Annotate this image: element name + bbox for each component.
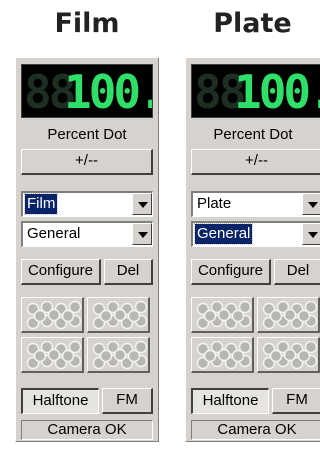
dot-pattern-button[interactable]	[21, 337, 84, 373]
chevron-down-icon[interactable]	[132, 223, 152, 245]
dot-pattern-icon	[92, 341, 148, 370]
fm-toggle[interactable]: FM	[102, 388, 153, 414]
configure-button[interactable]: Configure	[191, 259, 271, 285]
fm-toggle[interactable]: FM	[272, 388, 320, 414]
dot-pattern-button[interactable]	[87, 297, 150, 333]
media-select[interactable]: Film	[21, 191, 153, 217]
chevron-down-icon[interactable]	[302, 223, 320, 245]
media-select-value: Plate	[197, 195, 232, 212]
dot-pattern-icon	[92, 301, 148, 330]
dot-pattern-button[interactable]	[191, 337, 254, 373]
dot-pattern-icon	[262, 341, 318, 370]
display-value: 100.0	[64, 65, 152, 118]
dot-pattern-button[interactable]	[191, 297, 254, 333]
mode-label: Percent Dot	[213, 126, 293, 143]
plate-heading: Plate	[213, 8, 292, 39]
dot-pattern-button[interactable]	[257, 297, 320, 333]
profile-select[interactable]: General	[191, 221, 320, 247]
profile-select-value: General	[27, 225, 81, 242]
dot-pattern-icon	[262, 301, 318, 330]
percent-display: 88 100.0	[21, 64, 153, 118]
media-select-value: Film	[23, 193, 59, 215]
halftone-toggle[interactable]: Halftone	[21, 388, 99, 414]
dot-pattern-icon	[196, 301, 252, 330]
profile-select-value: General	[193, 223, 254, 245]
film-heading: Film	[54, 8, 120, 39]
dot-pattern-grid	[191, 297, 320, 375]
plate-panel: 88 100.0 Percent Dot +/-- Plate General …	[185, 57, 320, 442]
halftone-toggle[interactable]: Halftone	[191, 388, 269, 414]
dot-pattern-grid	[21, 297, 153, 375]
chevron-down-icon[interactable]	[302, 193, 320, 215]
mode-label: Percent Dot	[47, 126, 127, 143]
film-panel: 88 100.0 Percent Dot +/-- Film General C…	[15, 57, 159, 442]
dot-pattern-button[interactable]	[257, 337, 320, 373]
status-field: Camera OK	[191, 420, 320, 440]
media-select[interactable]: Plate	[191, 191, 320, 217]
delete-button[interactable]: Del	[274, 259, 320, 285]
dot-pattern-icon	[26, 301, 82, 330]
plus-minus-button[interactable]: +/--	[21, 149, 153, 175]
display-value: 100.0	[234, 65, 320, 118]
dot-pattern-icon	[196, 341, 252, 370]
chevron-down-icon[interactable]	[132, 193, 152, 215]
plus-minus-button[interactable]: +/--	[191, 149, 320, 175]
dot-pattern-button[interactable]	[21, 297, 84, 333]
percent-display: 88 100.0	[191, 64, 320, 118]
configure-button[interactable]: Configure	[21, 259, 101, 285]
delete-button[interactable]: Del	[104, 259, 153, 285]
profile-select[interactable]: General	[21, 221, 153, 247]
dot-pattern-button[interactable]	[87, 337, 150, 373]
status-field: Camera OK	[21, 420, 153, 440]
dot-pattern-icon	[26, 341, 82, 370]
